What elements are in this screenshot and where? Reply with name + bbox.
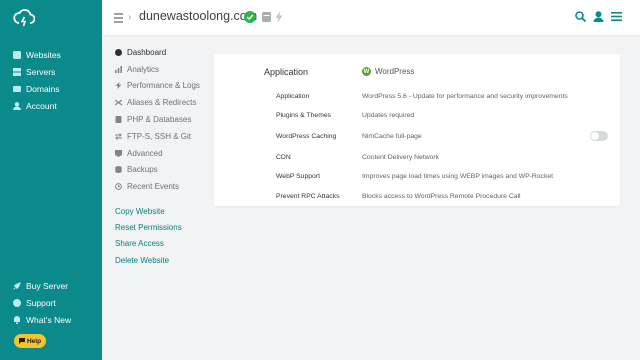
help-button[interactable]: Help [14,334,46,348]
row-key: WebP Support [276,173,320,180]
reset-permissions-link[interactable]: Reset Permissions [115,223,182,239]
topbar-actions [575,11,622,22]
submenu-item-performance[interactable]: Performance & Logs [115,78,215,95]
application-card: Application W WordPress Application Word… [214,54,620,206]
row-value: Content Delivery Network [362,154,440,161]
redirects-icon [115,99,122,106]
logo-icon[interactable] [13,8,35,28]
row-key: CDN [276,154,291,161]
search-icon[interactable] [575,11,586,22]
caching-toggle[interactable] [590,131,608,141]
verified-check-icon [244,11,256,23]
support-link[interactable]: Support [13,294,71,311]
row-value: Updates required [362,112,415,119]
sidebar-item-servers[interactable]: Servers [13,63,61,80]
account-icon [13,101,21,110]
sidebar-item-label: Account [26,100,57,111]
card-title: Application [264,67,309,77]
buy-server-label: Buy Server [26,280,69,291]
submenu-label: Aliases & Redirects [127,98,197,108]
sidebar-item-label: Servers [26,66,56,77]
bolt-icon[interactable] [275,11,283,23]
row-key: Prevent RPC Attacks [276,193,340,200]
ftp-icon [115,133,122,140]
sidebar-item-account[interactable]: Account [13,97,61,114]
sidebar-footer: Buy Server Support What's New [13,277,71,328]
performance-icon [115,82,122,90]
wordpress-icon: W [362,67,371,76]
row-key: Plugins & Themes [276,112,332,119]
php-icon [115,116,122,124]
whats-new-link[interactable]: What's New [13,311,71,328]
submenu-item-backups[interactable]: Backups [115,162,215,179]
application-type: W WordPress [362,67,414,76]
history-icon [115,183,122,191]
row-application: Application WordPress 5.6 - Update for p… [276,93,606,107]
submenu-item-redirects[interactable]: Aliases & Redirects [115,94,215,111]
row-key: WordPress Caching [276,133,337,140]
menu-icon[interactable] [611,11,622,22]
site-actions: Copy Website Reset Permissions Share Acc… [115,207,182,272]
site-title: dunewastoolong.com [139,9,258,23]
site-submenu: Dashboard Analytics Performance & Logs A… [115,44,215,195]
help-label: Help [26,337,42,345]
advanced-icon [115,149,122,157]
submenu-item-recent-events[interactable]: Recent Events [115,178,215,195]
database-icon[interactable] [262,12,271,22]
delete-website-link[interactable]: Delete Website [115,256,182,272]
support-icon [13,298,21,307]
submenu-label: Backups [127,165,158,175]
sidebar-item-websites[interactable]: Websites [13,46,61,63]
row-wordpress-caching: WordPress Caching NimCache full-page [276,131,608,147]
row-value: Blocks access to WordPress Remote Proced… [362,193,521,200]
row-key: Application [276,93,310,100]
sidebar-item-domains[interactable]: Domains [13,80,61,97]
submenu-item-analytics[interactable]: Analytics [115,61,215,78]
submenu-item-ftp-ssh-git[interactable]: FTP-S, SSH & Git [115,128,215,145]
row-plugins-themes: Plugins & Themes Updates required [276,112,606,126]
chat-icon [18,338,25,344]
row-value: NimCache full-page [362,133,422,140]
submenu-label: Advanced [127,148,163,158]
application-type-label: WordPress [375,67,415,76]
submenu-label: PHP & Databases [127,115,192,125]
grid-icon[interactable] [114,13,123,23]
copy-website-link[interactable]: Copy Website [115,207,182,223]
sidebar-nav: Websites Servers Domains Account [13,46,61,114]
sidebar-item-label: Domains [26,83,60,94]
submenu-label: Performance & Logs [127,81,200,91]
submenu-item-php-databases[interactable]: PHP & Databases [115,111,215,128]
websites-icon [13,50,21,59]
row-prevent-rpc-attacks: Prevent RPC Attacks Blocks access to Wor… [276,193,606,207]
user-icon[interactable] [593,11,604,22]
submenu-item-advanced[interactable]: Advanced [115,145,215,162]
submenu-label: Dashboard [127,47,167,57]
backups-icon [115,166,122,174]
support-label: Support [26,297,56,308]
servers-icon [13,67,21,76]
dashboard-icon [115,48,122,56]
submenu-label: Analytics [127,64,160,74]
row-cdn: CDN Content Delivery Network [276,154,606,168]
sidebar: Websites Servers Domains Account Buy Ser… [0,0,102,360]
sidebar-item-label: Websites [26,49,61,60]
whats-new-label: What's New [26,314,72,325]
share-access-link[interactable]: Share Access [115,239,182,255]
submenu-label: Recent Events [127,182,180,192]
submenu-label: FTP-S, SSH & Git [127,131,192,141]
topbar: › dunewastoolong.com [102,0,640,36]
row-value: Improves page load times using WEBP imag… [362,173,554,180]
bell-icon [14,315,20,324]
row-value: WordPress 5.6 - Update for performance a… [362,93,568,100]
rocket-icon [13,281,21,290]
domains-icon [13,85,21,92]
submenu-item-dashboard[interactable]: Dashboard [115,44,215,61]
analytics-icon [115,65,122,73]
buy-server-link[interactable]: Buy Server [13,277,71,294]
chevron-right-icon: › [128,12,132,23]
row-webp-support: WebP Support Improves page load times us… [276,173,606,187]
